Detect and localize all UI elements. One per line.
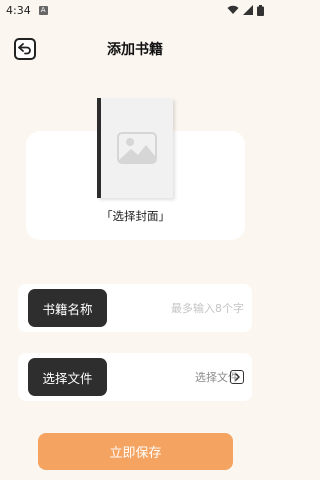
image-placeholder-icon <box>117 132 157 164</box>
status-time: 4:34 <box>6 3 31 17</box>
file-row[interactable]: 选择文件 选择文件 <box>18 353 252 401</box>
status-bar: 4:34 A <box>0 0 270 20</box>
chevron-right-box-icon[interactable] <box>230 370 244 384</box>
page-title: 添加书籍 <box>107 42 163 58</box>
status-icons <box>227 4 264 16</box>
book-name-label: 书籍名称 <box>28 289 107 327</box>
wifi-icon <box>227 5 239 14</box>
signal-icon <box>243 5 253 15</box>
return-arrow-icon <box>18 43 31 55</box>
book-name-row: 书籍名称 <box>18 284 252 332</box>
book-name-input[interactable] <box>114 298 244 318</box>
book-cover-placeholder[interactable] <box>97 98 173 198</box>
file-label: 选择文件 <box>28 358 107 396</box>
save-now-button[interactable]: 立即保存 <box>38 433 233 470</box>
choose-cover-label[interactable]: 「选择封面」 <box>26 208 245 224</box>
battery-icon <box>257 4 264 16</box>
header: 添加书籍 <box>0 34 270 64</box>
file-value[interactable]: 选择文件 <box>128 369 239 385</box>
back-button[interactable] <box>14 38 36 60</box>
a-notification-icon: A <box>38 5 48 15</box>
